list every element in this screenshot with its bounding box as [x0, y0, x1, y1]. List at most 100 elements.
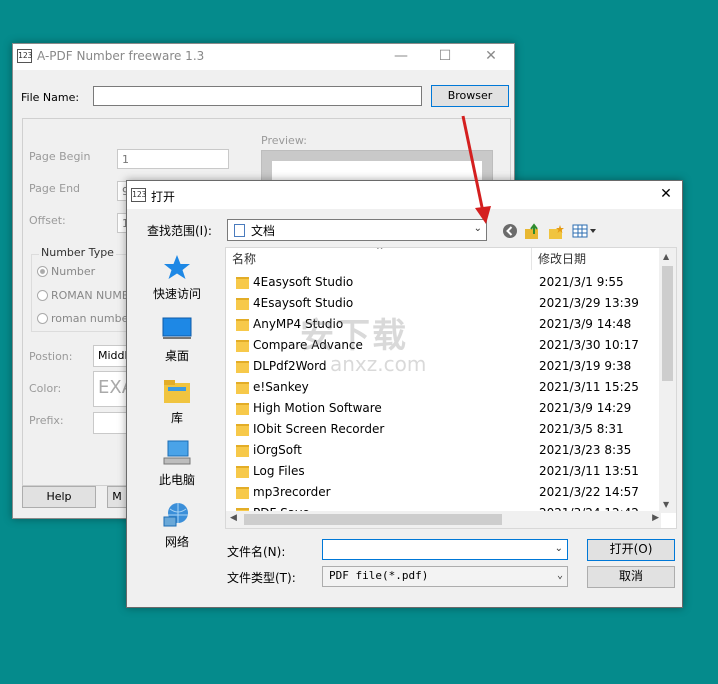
dialog-title: 打开 — [151, 190, 176, 204]
radio-dot-icon — [37, 266, 48, 277]
file-row[interactable]: High Motion Software 2021/3/9 14:29 — [226, 398, 656, 419]
file-row[interactable]: Log Files 2021/3/11 13:51 — [226, 461, 656, 482]
file-date: 2021/3/30 10:17 — [539, 338, 639, 352]
vertical-scrollbar[interactable]: ▲ ▼ — [659, 248, 676, 513]
close-icon[interactable]: ✕ — [469, 44, 513, 70]
file-date: 2021/3/1 9:55 — [539, 275, 624, 289]
prefix-input[interactable] — [93, 412, 127, 434]
chevron-down-icon: ⌄ — [554, 543, 563, 554]
preview-label: Preview: — [261, 134, 307, 147]
file-date: 2021/3/9 14:48 — [539, 317, 632, 331]
place-library[interactable]: 库 — [133, 377, 221, 426]
place-quick-access[interactable]: 快速访问 — [133, 253, 221, 302]
file-name: 4Easysoft Studio — [253, 275, 354, 289]
file-name: mp3recorder — [253, 485, 331, 499]
file-row[interactable]: 4Easysoft Studio 2021/3/1 9:55 — [226, 272, 656, 293]
lookin-label: 查找范围(I): — [147, 224, 212, 238]
file-row[interactable]: e!Sankey 2021/3/11 15:25 — [226, 377, 656, 398]
folder-icon — [236, 340, 249, 352]
column-header-date[interactable]: 修改日期 — [532, 248, 662, 270]
filename-label: 文件名(N): — [227, 545, 286, 559]
main-window-title: A-PDF Number freeware 1.3 — [37, 49, 205, 63]
next-button[interactable]: M — [107, 486, 127, 508]
scroll-down-icon[interactable]: ▼ — [663, 500, 669, 509]
file-date: 2021/3/11 13:51 — [539, 464, 639, 478]
file-row[interactable]: 4Esaysoft Studio 2021/3/29 13:39 — [226, 293, 656, 314]
lookin-select[interactable]: 文档 ⌄ — [227, 219, 487, 241]
computer-icon — [163, 440, 191, 465]
maximize-icon[interactable]: ☐ — [423, 44, 467, 70]
number-type-label: Number Type — [39, 246, 116, 259]
scroll-right-icon[interactable]: ▶ — [652, 513, 659, 523]
offset-label: Offset: — [29, 214, 66, 227]
page-begin-input[interactable]: 1 — [117, 149, 229, 169]
view-menu-icon[interactable] — [571, 223, 599, 241]
main-titlebar[interactable]: 123 A-PDF Number freeware 1.3 — ☐ ✕ — [13, 44, 514, 70]
place-this-pc[interactable]: 此电脑 — [133, 439, 221, 488]
sort-up-icon: ^ — [376, 247, 384, 256]
dialog-titlebar[interactable]: 123 打开 ✕ — [127, 181, 682, 209]
star-icon — [164, 255, 190, 279]
new-folder-icon[interactable] — [547, 223, 565, 241]
radio-roman-upper[interactable]: ROMAN NUMBE — [37, 289, 136, 302]
horizontal-scrollbar[interactable]: ◀ ▶ — [226, 511, 661, 528]
scroll-left-icon[interactable]: ◀ — [230, 513, 237, 523]
folder-icon — [236, 319, 249, 331]
filetype-select[interactable]: PDF file(*.pdf) ⌄ — [322, 566, 568, 587]
horizontal-scroll-thumb[interactable] — [244, 514, 502, 525]
folder-icon — [236, 298, 249, 310]
filename-input[interactable]: ⌄ — [322, 539, 568, 560]
filetype-label: 文件类型(T): — [227, 571, 296, 585]
document-icon — [234, 224, 245, 237]
file-row[interactable]: AnyMP4 Studio 2021/3/9 14:48 — [226, 314, 656, 335]
color-label: Color: — [29, 382, 62, 395]
browser-button[interactable]: Browser — [431, 85, 509, 107]
radio-dot-icon — [37, 290, 48, 301]
file-row[interactable]: Compare Advance 2021/3/30 10:17 — [226, 335, 656, 356]
folder-icon — [236, 445, 249, 457]
watermark: 安下载 — [300, 316, 408, 356]
page-end-label: Page End — [29, 182, 81, 195]
folder-icon — [236, 277, 249, 289]
up-folder-icon[interactable] — [523, 223, 541, 241]
file-name: DLPdf2Word — [253, 359, 327, 373]
annotation-arrow — [461, 115, 491, 224]
file-row[interactable]: iOrgSoft 2021/3/23 8:35 — [226, 440, 656, 461]
scroll-up-icon[interactable]: ▲ — [663, 252, 669, 261]
file-row[interactable]: mp3recorder 2021/3/22 14:57 — [226, 482, 656, 503]
folder-icon — [236, 382, 249, 394]
position-label: Postion: — [29, 350, 73, 363]
open-dialog: 123 打开 ✕ 查找范围(I): 文档 ⌄ 快速访问 桌面 库 此电脑 网络 — [126, 180, 683, 608]
places-bar: 快速访问 桌面 库 此电脑 网络 — [133, 243, 221, 605]
place-desktop[interactable]: 桌面 — [133, 315, 221, 364]
file-name: High Motion Software — [253, 401, 382, 415]
place-network[interactable]: 网络 — [133, 501, 221, 550]
file-date: 2021/3/22 14:57 — [539, 485, 639, 499]
file-date: 2021/3/11 15:25 — [539, 380, 639, 394]
back-icon[interactable] — [501, 223, 519, 241]
page-begin-label: Page Begin — [29, 150, 91, 163]
file-name-label: File Name: — [21, 91, 80, 104]
file-date: 2021/3/23 8:35 — [539, 443, 632, 457]
file-name: IObit Screen Recorder — [253, 422, 385, 436]
file-name: e!Sankey — [253, 380, 309, 394]
help-button[interactable]: Help — [22, 486, 96, 508]
vertical-scroll-thumb[interactable] — [662, 266, 673, 381]
file-name-input[interactable] — [93, 86, 422, 106]
network-icon — [163, 503, 188, 527]
folder-icon — [236, 424, 249, 436]
file-list[interactable]: 名称 ^ 修改日期 4Easysoft Studio 2021/3/1 9:55 4… — [225, 247, 677, 529]
watermark-sub: anxz.com — [330, 352, 427, 376]
position-select[interactable]: Middle — [93, 345, 127, 367]
file-row[interactable]: IObit Screen Recorder 2021/3/5 8:31 — [226, 419, 656, 440]
file-date: 2021/3/19 9:38 — [539, 359, 632, 373]
open-button[interactable]: 打开(O) — [587, 539, 675, 561]
radio-number[interactable]: Number — [37, 265, 95, 278]
dialog-close-icon[interactable]: ✕ — [644, 182, 688, 208]
minimize-icon[interactable]: — — [379, 44, 423, 70]
file-row[interactable]: DLPdf2Word 2021/3/19 9:38 — [226, 356, 656, 377]
file-name: Log Files — [253, 464, 305, 478]
cancel-button[interactable]: 取消 — [587, 566, 675, 588]
app-icon: 123 — [17, 49, 32, 63]
color-sample[interactable]: EXA — [93, 371, 127, 407]
